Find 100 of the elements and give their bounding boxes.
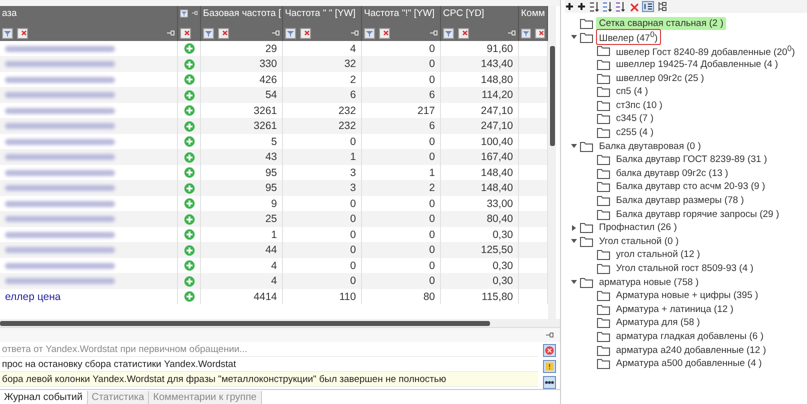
expanded-arrow-icon[interactable] [571, 34, 577, 40]
table-cell: 0,30 [492, 275, 513, 288]
filter-icon[interactable] [285, 28, 296, 39]
filter-icon[interactable] [521, 28, 531, 39]
expanded-arrow-icon[interactable] [571, 279, 577, 286]
folder-icon [597, 195, 610, 206]
column-header[interactable]: Комм [521, 8, 545, 19]
pin-icon[interactable] [546, 332, 554, 338]
column-header[interactable]: Базовая частота [ [203, 8, 280, 19]
clear-filter-icon[interactable] [218, 28, 229, 39]
folder-icon [597, 113, 610, 124]
folder-label[interactable]: Арматура а500 добавленные (4 ) [613, 357, 765, 370]
folder-label[interactable]: Угол стальной гост 8509-93 (4 ) [613, 262, 756, 275]
add-icon[interactable] [577, 2, 586, 11]
info-filter-icon[interactable] [542, 376, 556, 389]
folder-label[interactable]: с255 (4 ) [613, 126, 656, 140]
add-icon[interactable] [565, 2, 574, 11]
folder-label[interactable]: швеллер 09г2с (25 ) [613, 72, 708, 85]
folder-label[interactable]: Балка двутавр размеры (78 ) [613, 194, 747, 208]
folder-label[interactable]: Балка двутавровая (0 ) [596, 140, 704, 153]
log-message: ответа от Yandex.Wordstat при первичном обращении... [2, 344, 248, 354]
folder-icon [597, 86, 610, 98]
folder-label[interactable]: Балка двутавр ГОСТ 8239-89 (31 ) [613, 153, 770, 166]
clear-filter-icon[interactable] [17, 28, 28, 39]
table-cell: 4 [271, 275, 277, 288]
column-header[interactable]: Частота " " [YW] [285, 8, 359, 19]
expanded-arrow-icon[interactable] [571, 238, 577, 244]
folder-label[interactable]: Швелер (47$^{0}$) [596, 29, 661, 46]
folder-icon [597, 127, 610, 138]
sort-icon[interactable] [602, 1, 612, 12]
table-cell: 29 [265, 42, 277, 55]
table-cell: 3 [350, 182, 356, 194]
table-cell: 91,60 [486, 42, 513, 55]
folder-label[interactable]: сп5 (4 ) [613, 85, 652, 98]
table-cell: 0 [429, 74, 435, 86]
folder-label[interactable]: Профнастил (26 ) [596, 221, 680, 234]
table-cell: 1 [350, 151, 356, 164]
table-cell: 95 [265, 166, 277, 179]
folder-label[interactable]: Арматура для (58 ) [613, 316, 703, 330]
table-cell: 3261 [254, 120, 277, 132]
folder-label[interactable]: арматура гладкая добавлены (6 ) [613, 330, 766, 343]
table-cell: 1 [271, 228, 277, 241]
folder-label[interactable]: с345 (7 ) [613, 112, 656, 126]
table-cell: 0 [350, 213, 356, 226]
table-cell: 44 [265, 244, 277, 256]
column-header[interactable]: аза [2, 8, 175, 19]
folder-label[interactable]: арматура а240 добавленные (12 ) [613, 344, 770, 357]
folder-icon [580, 276, 593, 288]
column-header[interactable]: Частота "!" [YW] [364, 8, 438, 19]
folder-label[interactable]: Угол стальной (0 ) [596, 234, 682, 248]
folder-label[interactable]: угол стальной (12 ) [613, 248, 704, 262]
delete-icon[interactable] [628, 1, 639, 12]
table-cell: 80 [423, 290, 435, 303]
filter-icon[interactable] [364, 28, 375, 39]
table-cell: 0,30 [492, 260, 513, 272]
collapsed-arrow-icon[interactable] [571, 224, 577, 231]
table-cell: 0 [429, 58, 435, 70]
folder-icon [597, 358, 610, 370]
folder-icon [597, 168, 610, 179]
table-cell: 0 [429, 275, 435, 288]
horizontal-scrollbar[interactable] [0, 319, 560, 327]
tree-icon[interactable] [657, 1, 667, 12]
folder-icon [580, 140, 593, 152]
expanded-arrow-icon[interactable] [571, 143, 577, 150]
filter-icon[interactable] [180, 8, 188, 19]
table-cell: 6 [429, 89, 435, 102]
table-cell: 3261 [254, 104, 277, 117]
table-cell: 2 [429, 182, 435, 194]
error-filter-icon[interactable] [542, 344, 556, 357]
folder-label[interactable]: швеллер 19425-74 Добавленные (4 ) [613, 58, 782, 72]
folder-label[interactable]: балка двутавр 09г2с (13 ) [613, 166, 732, 180]
warning-filter-icon[interactable] [542, 360, 556, 373]
folder-label[interactable]: Арматура + латиница (12 ) [613, 302, 736, 316]
folder-label[interactable]: Балка двутавр сто асчм 20-93 (9 ) [613, 180, 768, 194]
log-message: бора левой колонки Yandex.Wordstat для фразы "металлоконструкции" был завершен не полностью [2, 374, 446, 384]
table-cell: 9 [271, 198, 277, 210]
filter-icon[interactable] [2, 28, 13, 39]
folder-icon [597, 249, 610, 260]
sort-icon[interactable] [615, 1, 625, 12]
clear-filter-icon[interactable] [379, 28, 390, 39]
list-icon[interactable] [642, 1, 654, 12]
folder-label[interactable]: Балка двутавр горячие запросы (29 ) [613, 208, 782, 221]
folder-label[interactable]: Арматура новые + цифры (395 ) [613, 289, 762, 302]
clear-filter-icon[interactable] [535, 28, 545, 39]
table-cell: 54 [265, 89, 277, 102]
clear-filter-icon[interactable] [180, 28, 191, 39]
filter-icon[interactable] [443, 28, 454, 39]
vertical-scrollbar[interactable] [548, 6, 556, 320]
keyword-phrase[interactable]: еллер цена [5, 290, 61, 303]
clear-filter-icon[interactable] [458, 28, 469, 39]
sort-icon[interactable] [589, 1, 599, 12]
clear-filter-icon[interactable] [300, 28, 311, 39]
folder-label[interactable]: арматура новые (758 ) [596, 276, 702, 289]
filter-icon[interactable] [203, 28, 214, 39]
folder-label[interactable]: ст3пс (10 ) [613, 98, 666, 112]
folder-label[interactable]: швелер Гост 8240-89 добавленные (20$^{0}$) [613, 42, 798, 60]
folder-label[interactable]: Сетка сварная стальная (2 ) [596, 17, 726, 30]
table-cell: 1 [429, 166, 435, 179]
column-header[interactable]: CPC [YD] [443, 8, 516, 19]
table-cell: 0 [350, 275, 356, 288]
